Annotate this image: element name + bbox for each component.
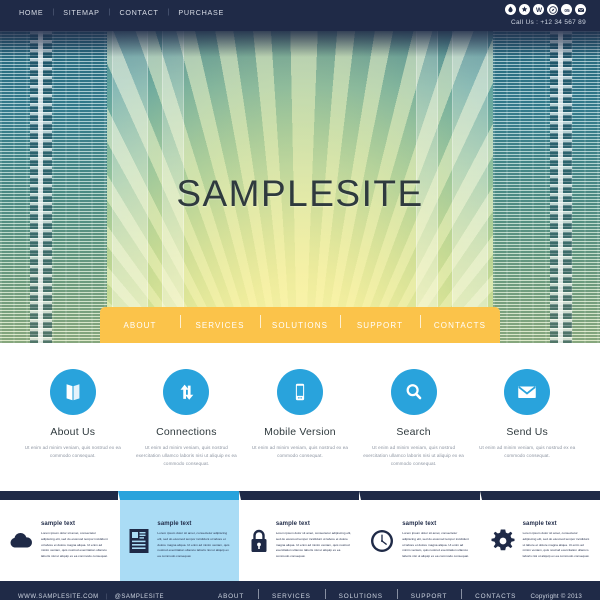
topnav-item-sitemap[interactable]: SITEMAP: [54, 8, 108, 17]
panel-body: Lorem ipsum dolor sit amet, consectetur …: [402, 530, 469, 559]
panel-text-group: sample text Lorem ipsum dolor sit amet, …: [523, 521, 592, 560]
panel-lock[interactable]: sample text Lorem ipsum dolor sit amet, …: [238, 491, 360, 581]
footer-link-services[interactable]: SERVICES: [258, 589, 325, 600]
panel-body: Lorem ipsum dolor sit amet, consectetur …: [41, 530, 108, 559]
feature-mobile-version[interactable]: Mobile Version Ut enim ad minim veniam, …: [243, 369, 357, 475]
top-navigation: HOME | SITEMAP | CONTACT | PURCHASE: [10, 0, 233, 17]
feature-title: Send Us: [506, 426, 549, 438]
feature-body: Ut enim ad minim veniam, quis nostrud ex…: [479, 445, 576, 459]
topnav-item-contact[interactable]: CONTACT: [110, 8, 167, 17]
panel-text-group: sample text Lorem ipsum dolor sit amet, …: [402, 521, 471, 560]
svg-text:W: W: [535, 7, 542, 14]
lock-icon: [249, 528, 269, 554]
transfer-arrows-icon: [163, 369, 210, 415]
panel-text-group: sample text Lorem ipsum dolor sit amet, …: [276, 521, 351, 560]
footer-link-support[interactable]: SUPPORT: [396, 589, 461, 600]
panel-title: sample text: [402, 520, 437, 527]
feature-body: Ut enim ad minim veniam, quis nostrud ex…: [363, 445, 464, 467]
topnav-item-home[interactable]: HOME: [10, 8, 52, 17]
topnav-item-purchase[interactable]: PURCHASE: [169, 8, 233, 17]
copyright-text: Copyright © 2013: [530, 593, 582, 600]
camera-icon[interactable]: 05: [561, 4, 572, 15]
panel-text-group: sample text Lorem ipsum dolor sit amet, …: [41, 521, 110, 560]
call-us-text: Call Us : +12 34 567 89: [510, 19, 586, 26]
top-right-group: W 05 Call Us : +12 34 567 89: [505, 0, 590, 26]
top-utility-bar: HOME | SITEMAP | CONTACT | PURCHASE W 05…: [0, 0, 600, 31]
footer-site-url[interactable]: WWW.SAMPLESITE.COM: [18, 594, 99, 600]
panel-cloud[interactable]: sample text Lorem ipsum dolor sit amet, …: [0, 491, 119, 581]
main-navigation: ABOUT SERVICES SOLUTIONS SUPPORT CONTACT…: [100, 307, 500, 343]
hero-top-shadow: [0, 31, 600, 57]
mainnav-item-contacts[interactable]: CONTACTS: [420, 314, 500, 330]
footer-link-contacts[interactable]: CONTACTS: [461, 589, 530, 600]
mainnav-item-about[interactable]: ABOUT: [100, 321, 180, 330]
mobile-phone-icon: [276, 369, 323, 415]
footer-social-handle[interactable]: @SAMPLESITE: [115, 594, 164, 600]
panel-body: Lorem ipsum dolor sit amet, consectetur …: [157, 530, 230, 559]
mainnav-item-solutions[interactable]: SOLUTIONS: [260, 314, 340, 330]
rss-drop-icon[interactable]: [505, 4, 516, 15]
features-section: About Us Ut enim ad minim veniam, quis n…: [0, 343, 600, 491]
envelope-icon: [504, 369, 551, 415]
feature-body: Ut enim ad minim veniam, quis nostrud ex…: [136, 445, 237, 467]
panels-section: sample text Lorem ipsum dolor sit amet, …: [0, 491, 600, 581]
feature-connections[interactable]: Connections Ut enim ad minim veniam, qui…: [130, 369, 244, 475]
social-icon-list: W 05: [505, 4, 586, 15]
feature-body: Ut enim ad minim veniam, quis nostrud ex…: [251, 445, 349, 459]
panel-body: Lorem ipsum dolor sit amet, consectetur …: [275, 530, 352, 559]
footer-bar: WWW.SAMPLESITE.COM | @SAMPLESITE ABOUT S…: [0, 581, 600, 600]
feature-search[interactable]: Search Ut enim ad minim veniam, quis nos…: [357, 369, 471, 475]
clock-icon: [369, 528, 395, 554]
document-icon: [128, 528, 150, 554]
panel-title: sample text: [522, 520, 557, 527]
footer-link-solutions[interactable]: SOLUTIONS: [324, 589, 397, 600]
star-badge-icon[interactable]: [519, 4, 530, 15]
website-template-page: HOME | SITEMAP | CONTACT | PURCHASE W 05…: [0, 0, 600, 600]
mainnav-item-support[interactable]: SUPPORT: [340, 314, 420, 330]
feature-title: Connections: [156, 426, 217, 438]
feature-body: Ut enim ad minim veniam, quis nostrud ex…: [24, 445, 121, 459]
panel-clock[interactable]: sample text Lorem ipsum dolor sit amet, …: [359, 491, 480, 581]
feature-title: Search: [396, 426, 431, 438]
feature-title: Mobile Version: [264, 426, 336, 438]
panel-text-group: sample text Lorem ipsum dolor sit amet, …: [157, 521, 230, 560]
feature-about-us[interactable]: About Us Ut enim ad minim veniam, quis n…: [16, 369, 130, 475]
svg-text:05: 05: [564, 7, 570, 13]
panel-title: sample text: [275, 520, 310, 527]
panel-gear[interactable]: sample text Lorem ipsum dolor sit amet, …: [479, 491, 600, 581]
magnifier-icon: [390, 369, 437, 415]
panel-title: sample text: [157, 520, 192, 527]
gear-icon: [490, 528, 516, 554]
footer-separator: |: [105, 593, 108, 600]
hero-title: SAMPLESITE: [176, 173, 424, 214]
footer-brand-group: WWW.SAMPLESITE.COM | @SAMPLESITE: [18, 594, 164, 600]
footer-link-about[interactable]: ABOUT: [204, 593, 258, 600]
feature-send-us[interactable]: Send Us Ut enim ad minim veniam, quis no…: [470, 369, 584, 475]
panel-body: Lorem ipsum dolor sit amet, consectetur …: [522, 530, 590, 559]
panel-document[interactable]: sample text Lorem ipsum dolor sit amet, …: [118, 491, 239, 581]
panel-title: sample text: [41, 520, 76, 527]
wordpress-icon[interactable]: W: [533, 4, 544, 15]
footer-navigation: ABOUT SERVICES SOLUTIONS SUPPORT CONTACT…: [204, 589, 530, 600]
cloud-icon: [8, 531, 34, 551]
feature-title: About Us: [50, 426, 96, 438]
book-icon: [49, 369, 96, 415]
mainnav-item-services[interactable]: SERVICES: [180, 314, 260, 330]
hero-banner: SAMPLESITE ABOUT SERVICES SOLUTIONS SUPP…: [0, 31, 600, 343]
compass-icon[interactable]: [547, 4, 558, 15]
envelope-icon[interactable]: [575, 4, 586, 15]
